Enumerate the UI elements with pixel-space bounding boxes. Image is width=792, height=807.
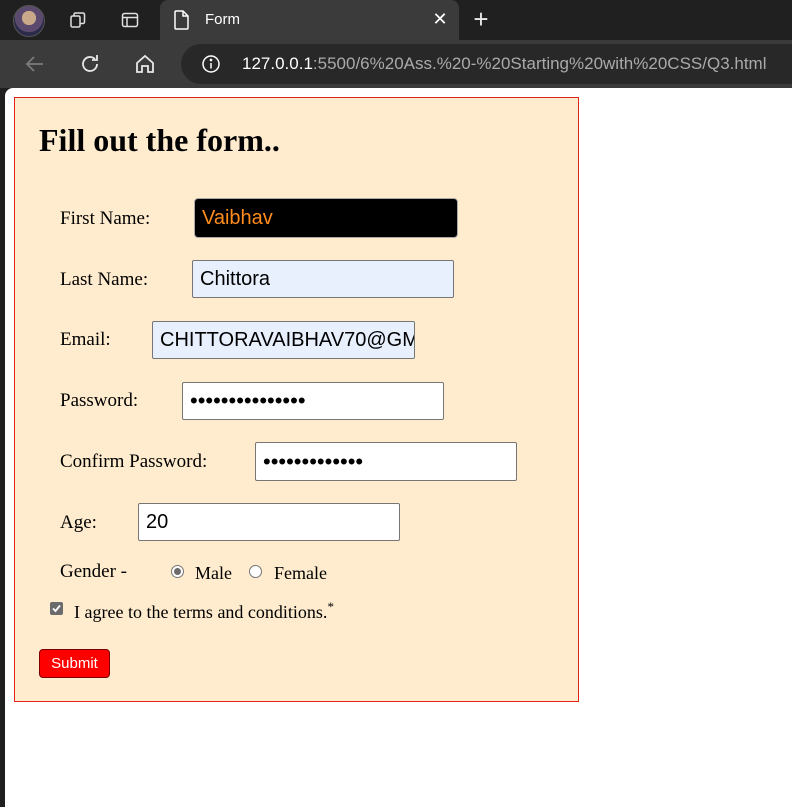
home-icon[interactable]	[131, 50, 159, 78]
site-info-icon[interactable]	[201, 54, 221, 79]
new-tab-button[interactable]: +	[468, 4, 494, 34]
back-arrow-icon[interactable]	[21, 50, 49, 78]
gender-female-label: Female	[274, 563, 327, 583]
last-name-label: Last Name:	[60, 269, 149, 290]
age-input[interactable]: 20	[138, 503, 400, 541]
tab-strip: Form ✕ +	[0, 0, 792, 40]
age-label: Age:	[60, 512, 97, 533]
reload-icon[interactable]	[76, 50, 104, 78]
email-input[interactable]: CHITTORAVAIBHAV70@GMAIL.COM	[152, 321, 415, 359]
profile-avatar[interactable]	[13, 5, 45, 37]
close-tab-icon[interactable]: ✕	[429, 8, 451, 30]
password-input[interactable]: •••••••••••••••	[182, 382, 444, 420]
page-icon	[173, 9, 191, 36]
url-host: 127.0.0.1	[242, 54, 313, 73]
terms-checkbox[interactable]	[50, 602, 63, 615]
checkmark-icon	[52, 604, 61, 613]
address-bar[interactable]: 127.0.0.1:5500/6%20Ass.%20-%20Starting%2…	[181, 44, 792, 84]
form-container: Fill out the form.. First Name: Vaibhav …	[14, 97, 579, 702]
last-name-input[interactable]: Chittora	[192, 260, 454, 298]
tab-title: Form	[205, 11, 240, 28]
first-name-input[interactable]: Vaibhav	[194, 198, 458, 238]
email-label: Email:	[60, 329, 111, 350]
terms-label: I agree to the terms and conditions.*	[74, 599, 334, 623]
password-label: Password:	[60, 390, 139, 411]
gender-male-radio[interactable]	[171, 565, 184, 578]
workspaces-icon[interactable]	[64, 6, 92, 34]
terms-text: I agree to the terms and conditions.	[74, 602, 328, 622]
tab-form[interactable]: Form ✕	[160, 0, 459, 40]
gender-female-radio[interactable]	[249, 565, 262, 578]
first-name-label: First Name:	[60, 208, 151, 229]
url-path: :5500/6%20Ass.%20-%20Starting%20with%20C…	[312, 54, 767, 73]
required-marker: *	[327, 599, 334, 614]
gender-label: Gender -	[60, 561, 127, 582]
confirm-password-input[interactable]: •••••••••••••	[255, 442, 517, 481]
browser-toolbar: 127.0.0.1:5500/6%20Ass.%20-%20Starting%2…	[0, 40, 792, 88]
vertical-tabs-icon[interactable]	[116, 6, 144, 34]
page-viewport: Fill out the form.. First Name: Vaibhav …	[5, 88, 792, 807]
form-title: Fill out the form..	[39, 122, 280, 158]
submit-button[interactable]: Submit	[39, 649, 110, 678]
confirm-password-label: Confirm Password:	[60, 451, 208, 472]
gender-male-label: Male	[195, 563, 232, 583]
url-text: 127.0.0.1:5500/6%20Ass.%20-%20Starting%2…	[242, 54, 767, 74]
